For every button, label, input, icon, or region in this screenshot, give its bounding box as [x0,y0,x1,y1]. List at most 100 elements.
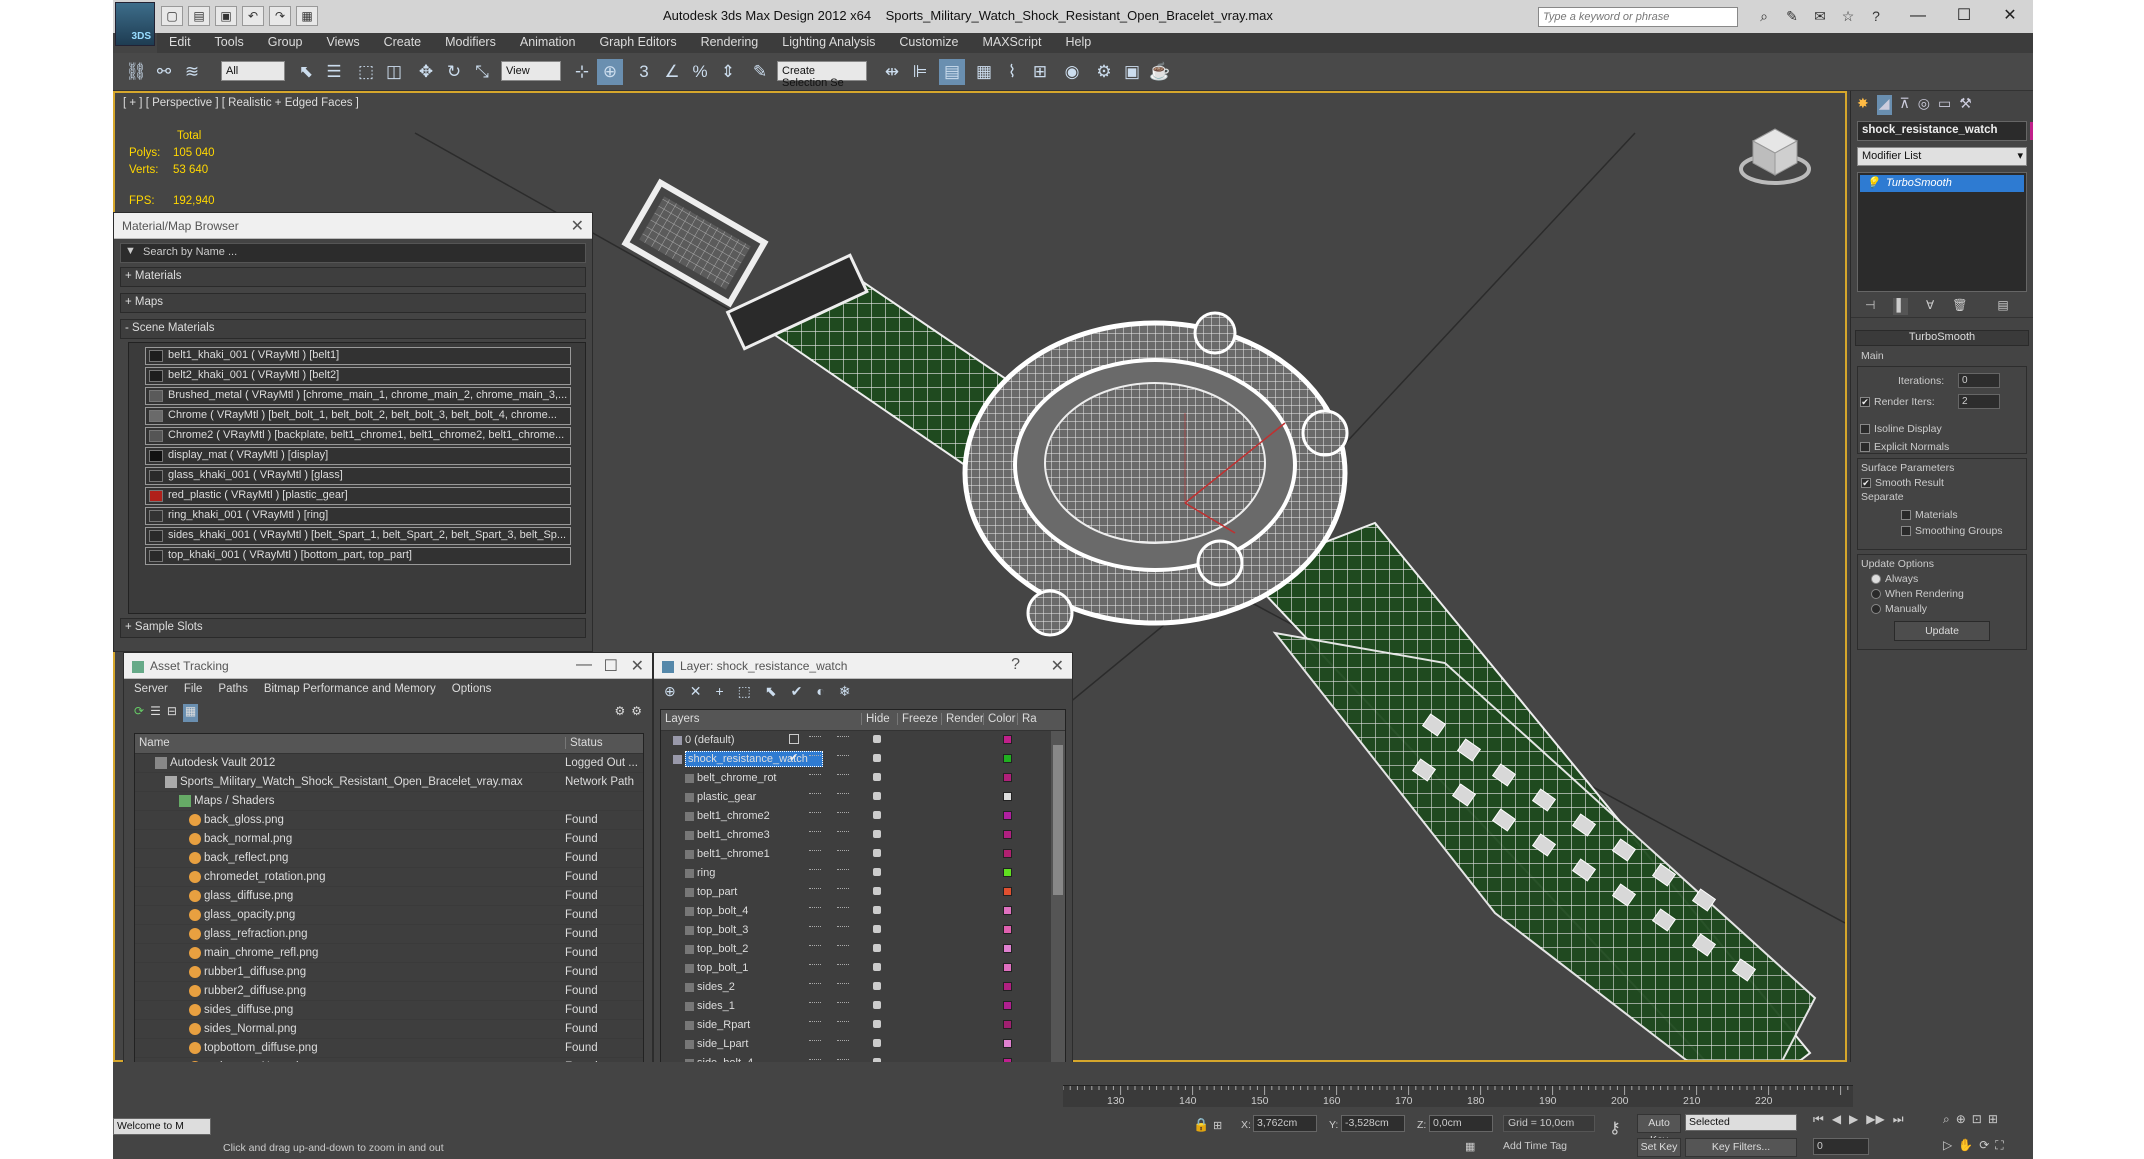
key-mode-icon[interactable]: ⚷ [1609,1118,1621,1138]
highlight-icon[interactable]: ⚙ [614,704,625,722]
layer-row[interactable]: top_bolt_4 [661,902,1065,921]
col-color-header[interactable]: Color [983,713,1015,725]
maximize-icon[interactable]: ☐ [604,656,618,676]
menu-edit[interactable]: Edit [157,33,203,53]
tab-hierarchy-icon[interactable]: ⊼ [1900,95,1910,115]
layer-row[interactable]: belt1_chrome2 [661,807,1065,826]
named-selection-dropdown[interactable]: Create Selection Se [777,61,867,89]
materials-rollout[interactable]: + Materials [120,267,586,287]
asset-row[interactable]: sides_diffuse.png Found [135,1001,643,1020]
add-time-tag-button[interactable]: Add Time Tag [1503,1140,1567,1152]
object-name-field[interactable]: shock_resistance_watch [1857,121,2033,141]
vertical-scrollbar[interactable] [1051,731,1065,1111]
checkbox-checked-icon[interactable]: ✔ [1861,478,1871,489]
y-coordinate-field[interactable]: -3,528cm [1341,1115,1405,1132]
asset-row[interactable]: Autodesk Vault 2012 Logged Out ... [135,754,643,773]
asset-row[interactable]: rubber2_diffuse.png Found [135,982,643,1001]
hide-toggle[interactable] [809,964,821,967]
set-key-button[interactable]: Set Key [1637,1138,1681,1157]
layer-row[interactable]: side_Rpart [661,1016,1065,1035]
freeze-toggle[interactable] [837,945,849,948]
edit-named-selection-icon[interactable]: ✎ [747,59,773,85]
checkbox-icon[interactable] [1901,526,1911,537]
open-file-icon[interactable]: ▤ [188,6,210,26]
add-to-layer-icon[interactable]: + [715,683,723,701]
minimize-icon[interactable]: — [576,656,592,674]
freeze-toggle[interactable] [837,1040,849,1043]
hide-toggle[interactable] [809,774,821,777]
zoom-extents-all-icon[interactable]: ⊞ [1988,1112,1998,1127]
tab-motion-icon[interactable]: ◎ [1918,95,1930,115]
freeze-toggle[interactable] [837,1021,849,1024]
scale-icon[interactable]: ⤡ [469,59,495,85]
layer-row[interactable]: top_bolt_3 [661,921,1065,940]
material-editor-icon[interactable]: ◉ [1059,59,1085,85]
layer-row[interactable]: top_part [661,883,1065,902]
scene-material-item[interactable]: display_mat ( VRayMtl ) [display] [145,447,571,465]
refresh-icon[interactable]: ⟳ [134,704,144,722]
menu-lighting-analysis[interactable]: Lighting Analysis [770,33,887,53]
layer-color-swatch[interactable] [1003,887,1012,896]
lock-icon[interactable]: 🔒 [1193,1117,1209,1133]
layer-color-swatch[interactable] [1003,830,1012,839]
tab-display-icon[interactable]: ▭ [1938,95,1951,115]
play-icon[interactable]: ▶ [1849,1112,1858,1127]
update-button[interactable]: Update [1894,621,1990,641]
maximize-viewport-icon[interactable]: ⛶ [1995,1138,2003,1153]
render-toggle[interactable] [873,849,881,857]
freeze-toggle[interactable] [837,774,849,777]
maximize-icon[interactable]: ☐ [1941,0,1987,33]
freeze-toggle[interactable] [837,964,849,967]
scene-material-item[interactable]: Brushed_metal ( VRayMtl ) [chrome_main_1… [145,387,571,405]
zoom-extents-icon[interactable]: ⊡ [1972,1112,1982,1127]
configure-sets-icon[interactable]: ▤ [1997,298,2008,315]
select-object-icon[interactable]: ⬉ [293,59,319,85]
layer-row[interactable]: shock_resistance_watch ✔ [661,750,1065,769]
menu-help[interactable]: Help [1053,33,1103,53]
separate-smoothing-groups-checkbox[interactable]: Smoothing Groups [1901,525,2023,537]
freeze-toggle[interactable] [837,850,849,853]
layer-row[interactable]: sides_1 [661,997,1065,1016]
col-hide-header[interactable]: Hide [861,713,890,725]
hide-toggle[interactable] [809,926,821,929]
menu-tools[interactable]: Tools [203,33,256,53]
tab-utilities-icon[interactable]: ⚒ [1959,95,1972,115]
freeze-toggle[interactable] [837,983,849,986]
window-crossing-icon[interactable]: ◫ [381,59,407,85]
save-file-icon[interactable]: ▣ [215,6,237,26]
hide-toggle[interactable] [809,736,821,739]
graphite-toggle-icon[interactable]: ▦ [971,59,997,85]
mirror-icon[interactable]: ⇹ [879,59,905,85]
col-freeze-header[interactable]: Freeze [897,713,938,725]
render-iters-spinner[interactable]: 2 [1958,394,2000,409]
delete-layer-icon[interactable]: ✕ [690,683,702,701]
col-name-header[interactable]: Name [139,737,170,749]
pan-icon[interactable]: ✋ [1958,1138,1973,1153]
asset-row[interactable]: back_normal.png Found [135,830,643,849]
x-coordinate-field[interactable]: 3,762cm [1253,1115,1317,1132]
align-icon[interactable]: ⊫ [907,59,933,85]
menu-group[interactable]: Group [256,33,315,53]
select-by-name-icon[interactable]: ☰ [321,59,347,85]
layer-color-swatch[interactable] [1003,792,1012,801]
redo-icon[interactable]: ↷ [269,6,291,26]
layer-manager-icon[interactable]: ▤ [939,59,965,85]
asset-row[interactable]: sides_Normal.png Found [135,1020,643,1039]
asset-row[interactable]: chromedet_rotation.png Found [135,868,643,887]
col-status-header[interactable]: Status [565,737,603,749]
zoom-icon[interactable]: ⌕ [1943,1112,1950,1127]
layer-color-swatch[interactable] [1003,1039,1012,1048]
angle-snap-icon[interactable]: ∠ [659,59,685,85]
viewcube-icon[interactable] [1735,121,1815,191]
menu-rendering[interactable]: Rendering [689,33,771,53]
key-filters-button[interactable]: Key Filters... [1685,1138,1797,1157]
col-radiosity-header[interactable]: Ra [1017,713,1037,725]
freeze-all-icon[interactable]: ❄ [839,683,851,701]
maxscript-listener-field[interactable]: Welcome to M [113,1118,211,1135]
asset-row[interactable]: Maps / Shaders [135,792,643,811]
layer-color-swatch[interactable] [1003,773,1012,782]
render-toggle[interactable] [873,963,881,971]
menu-views[interactable]: Views [314,33,371,53]
menu-animation[interactable]: Animation [508,33,588,53]
link-icon[interactable]: ⛓ [123,59,149,85]
